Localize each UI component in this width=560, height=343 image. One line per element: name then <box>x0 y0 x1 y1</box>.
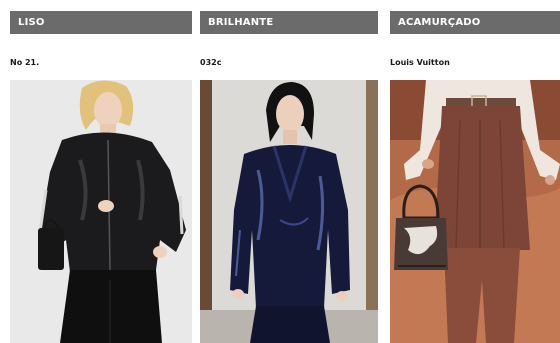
brand-label: No 21. <box>10 58 40 67</box>
category-header: BRILHANTE <box>200 11 378 34</box>
category-header: ACAMURÇADO <box>390 11 560 34</box>
look-photo-brilhante[interactable] <box>200 80 378 343</box>
look-photo-acamurcado[interactable] <box>390 80 560 343</box>
brand-label: 032c <box>200 58 222 67</box>
look-photo-liso[interactable] <box>10 80 192 343</box>
column-acamurcado: ACAMURÇADO Louis Vuitton <box>390 0 560 343</box>
leather-jacket-illustration <box>10 80 192 343</box>
column-brilhante: BRILHANTE 032c <box>200 0 378 343</box>
category-header: LISO <box>10 11 192 34</box>
brand-label: Louis Vuitton <box>390 58 450 67</box>
column-liso: LISO No 21. <box>10 0 192 343</box>
patent-suit-illustration <box>200 80 378 343</box>
suede-look-illustration <box>390 80 560 343</box>
